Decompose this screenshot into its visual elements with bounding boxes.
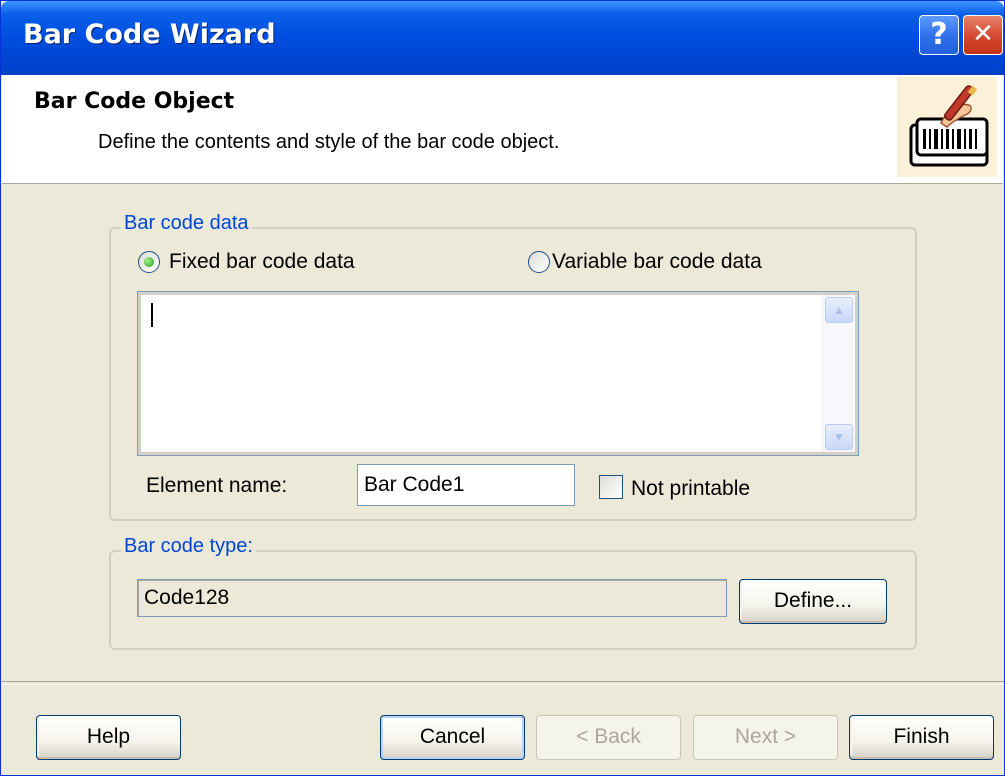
barcode-wizard-icon xyxy=(897,77,997,177)
title-bar[interactable]: Bar Code Wizard ? ✕ xyxy=(1,1,1004,75)
cancel-button-label: Cancel xyxy=(419,725,486,748)
scroll-down-button[interactable]: ▼ xyxy=(825,424,853,450)
element-name-label: Element name: xyxy=(146,474,288,497)
radio-selected-dot xyxy=(144,257,154,267)
define-button-label: Define... xyxy=(773,589,853,612)
wizard-header: Bar Code Object Define the contents and … xyxy=(2,75,1003,184)
bar-code-data-group-label: Bar code data xyxy=(121,212,252,235)
cancel-button[interactable]: Cancel xyxy=(380,715,525,760)
fixed-bar-code-radio[interactable] xyxy=(138,251,160,273)
element-name-value: Bar Code1 xyxy=(364,473,465,496)
scroll-up-button[interactable]: ▲ xyxy=(825,297,853,323)
variable-bar-code-radio[interactable] xyxy=(528,251,550,273)
fixed-bar-code-label[interactable]: Fixed bar code data xyxy=(169,250,355,274)
help-title-button[interactable]: ? xyxy=(919,15,959,55)
textarea-scrollbar[interactable]: ▲ ▼ xyxy=(822,295,855,452)
finish-button-label: Finish xyxy=(893,725,950,748)
not-printable-checkbox[interactable] xyxy=(599,475,623,499)
help-button[interactable]: Help xyxy=(36,715,181,760)
help-button-label: Help xyxy=(86,725,131,748)
bar-code-data-textarea[interactable]: ▲ ▼ xyxy=(137,291,859,456)
bar-code-wizard-window: Bar Code Wizard ? ✕ Bar Code Object Defi… xyxy=(0,0,1005,776)
not-printable-label[interactable]: Not printable xyxy=(631,477,750,501)
bar-code-type-field: Code128 xyxy=(137,579,727,617)
question-icon: ? xyxy=(930,17,948,52)
close-button[interactable]: ✕ xyxy=(963,15,1003,55)
back-button-label: < Back xyxy=(576,725,641,748)
back-button[interactable]: < Back xyxy=(536,715,681,760)
variable-bar-code-label[interactable]: Variable bar code data xyxy=(552,250,762,274)
window-title: Bar Code Wizard xyxy=(23,19,276,50)
bar-code-type-group-label: Bar code type: xyxy=(121,535,256,558)
close-icon: ✕ xyxy=(972,19,994,49)
footer-separator xyxy=(1,681,1004,685)
page-subtitle: Define the contents and style of the bar… xyxy=(98,131,560,153)
text-caret xyxy=(151,303,153,327)
bar-code-type-value: Code128 xyxy=(144,586,230,609)
define-button[interactable]: Define... xyxy=(739,579,887,624)
finish-button[interactable]: Finish xyxy=(849,715,994,760)
next-button[interactable]: Next > xyxy=(693,715,838,760)
page-title: Bar Code Object xyxy=(34,89,235,114)
element-name-field[interactable]: Bar Code1 xyxy=(357,464,575,506)
next-button-label: Next > xyxy=(734,725,797,748)
